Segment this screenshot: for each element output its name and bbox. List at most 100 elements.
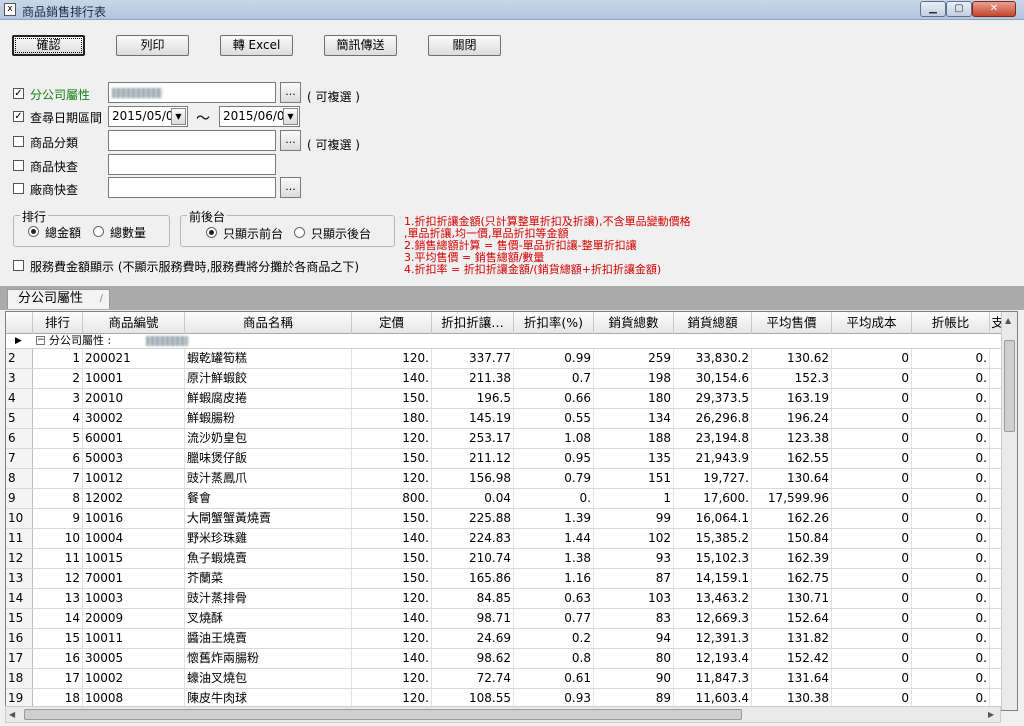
column-header[interactable]: 定價 [352,312,432,334]
table-cell[interactable]: 0. [912,369,990,388]
row-header[interactable]: 5 [6,409,33,428]
table-cell[interactable]: 鮮蝦腐皮捲 [185,389,352,408]
send-sms-button[interactable]: 簡訊傳送 [324,35,397,56]
branch-field[interactable] [108,82,276,103]
table-cell[interactable]: 0 [832,589,912,608]
table-cell[interactable]: 120. [352,589,432,608]
table-cell[interactable]: 162.55 [752,449,832,468]
minimize-button[interactable]: ▁ [920,1,946,17]
table-cell[interactable]: 30005 [83,649,185,668]
table-cell[interactable]: 15,102.3 [674,549,752,568]
table-cell[interactable]: 10001 [83,369,185,388]
sales-ranking-grid[interactable]: 排行 商品編號 商品名稱 定價 折扣折讓… 折扣率(%) 銷貨總數 銷貨總額 平… [5,311,1018,711]
table-cell[interactable]: 156.98 [432,469,514,488]
table-cell[interactable]: 20009 [83,609,185,628]
table-cell[interactable]: 800. [352,489,432,508]
table-row[interactable]: 16 15 10011 醬油王燒賣 120. 24.69 0.2 94 12,391.3 131.… [6,629,1006,649]
table-cell[interactable]: 0. [912,649,990,668]
table-cell[interactable]: 0. [912,489,990,508]
table-cell[interactable]: 98.62 [432,649,514,668]
table-row[interactable]: 18 17 10002 蠔油叉燒包 120. 72.74 0.61 90 11,847.3 131… [6,669,1006,689]
table-cell[interactable]: 0. [912,429,990,448]
column-header[interactable]: 折帳比 [912,312,990,334]
table-cell[interactable]: 大閘蟹蟹黃燒賣 [185,509,352,528]
column-header[interactable]: 商品編號 [83,312,185,334]
table-cell[interactable]: 0 [832,629,912,648]
table-cell[interactable]: 150.84 [752,529,832,548]
table-cell[interactable]: 原汁鮮蝦餃 [185,369,352,388]
table-cell[interactable]: 12,193.4 [674,649,752,668]
table-cell[interactable]: 0.7 [514,369,594,388]
table-cell[interactable]: 叉燒酥 [185,609,352,628]
table-cell[interactable]: 150. [352,569,432,588]
table-cell[interactable]: 150. [352,509,432,528]
column-header[interactable]: 折扣率(%) [514,312,594,334]
vertical-scroll-thumb[interactable] [1004,340,1015,432]
table-cell[interactable]: 鮮蝦腸粉 [185,409,352,428]
table-cell[interactable]: 0 [832,449,912,468]
table-cell[interactable]: 94 [594,629,674,648]
scroll-right-icon[interactable]: ▶ [988,710,994,719]
table-cell[interactable]: 200021 [83,349,185,368]
table-cell[interactable]: 0.99 [514,349,594,368]
table-cell[interactable]: 豉汁蒸鳳爪 [185,469,352,488]
table-cell[interactable]: 0.79 [514,469,594,488]
table-cell[interactable]: 33,830.2 [674,349,752,368]
table-cell[interactable]: 152.42 [752,649,832,668]
table-cell[interactable]: 10003 [83,589,185,608]
column-header[interactable]: 平均成本 [832,312,912,334]
table-cell[interactable]: 0.55 [514,409,594,428]
table-cell[interactable]: 98.71 [432,609,514,628]
table-cell[interactable]: 14 [33,609,83,628]
table-cell[interactable]: 224.83 [432,529,514,548]
table-cell[interactable]: 4 [33,409,83,428]
table-cell[interactable]: 0 [832,649,912,668]
table-cell[interactable]: 120. [352,429,432,448]
table-cell[interactable]: 10015 [83,549,185,568]
export-excel-button[interactable]: 轉 Excel [220,35,293,56]
front-only-label[interactable]: 只顯示前台 [223,225,283,242]
confirm-button[interactable]: 確認 [12,35,85,56]
table-cell[interactable]: 21,943.9 [674,449,752,468]
table-cell[interactable]: 0 [832,489,912,508]
table-cell[interactable]: 131.64 [752,669,832,688]
row-header[interactable]: 2 [6,349,33,368]
horizontal-scrollbar[interactable]: ◀ ▶ [5,706,1001,723]
row-header[interactable]: 9 [6,489,33,508]
date-checkbox[interactable]: ✓ [13,111,24,122]
collapse-icon[interactable]: − [36,336,45,345]
table-cell[interactable]: 135 [594,449,674,468]
date-to-dropdown-icon[interactable]: ▼ [283,108,298,125]
table-cell[interactable]: 7 [33,469,83,488]
scroll-up-icon[interactable]: ▲ [1005,316,1011,325]
table-cell[interactable]: 11 [33,549,83,568]
scroll-left-icon[interactable]: ◀ [9,710,15,719]
date-from-picker[interactable]: 2015/05/02 ▼ [108,106,188,127]
row-header[interactable]: 11 [6,529,33,548]
table-cell[interactable]: 1.08 [514,429,594,448]
maximize-button[interactable]: ▢ [946,1,972,17]
table-cell[interactable]: 130.62 [752,349,832,368]
table-cell[interactable]: 72.74 [432,669,514,688]
table-cell[interactable]: 0 [832,349,912,368]
table-row[interactable]: 4 3 20010 鮮蝦腐皮捲 150. 196.5 0.66 180 29,373.5 163.… [6,389,1006,409]
table-cell[interactable]: 152.3 [752,369,832,388]
back-only-radio[interactable] [294,227,305,238]
table-cell[interactable]: 17 [33,669,83,688]
table-cell[interactable]: 12002 [83,489,185,508]
service-fee-checkbox[interactable] [13,260,24,271]
row-header[interactable]: 16 [6,629,33,648]
table-cell[interactable]: 17,599.96 [752,489,832,508]
table-cell[interactable]: 0 [832,669,912,688]
table-cell[interactable]: 151 [594,469,674,488]
table-cell[interactable]: 80 [594,649,674,668]
table-cell[interactable]: 196.24 [752,409,832,428]
table-row[interactable]: 9 8 12002 餐會 800. 0.04 0. 1 17,600. 17,599.96 0 0. [6,489,1006,509]
close-button[interactable]: 關閉 [428,35,501,56]
table-cell[interactable]: 102 [594,529,674,548]
table-cell[interactable]: 0 [832,609,912,628]
table-cell[interactable]: 196.5 [432,389,514,408]
table-cell[interactable]: 198 [594,369,674,388]
table-cell[interactable]: 259 [594,349,674,368]
table-cell[interactable]: 211.12 [432,449,514,468]
